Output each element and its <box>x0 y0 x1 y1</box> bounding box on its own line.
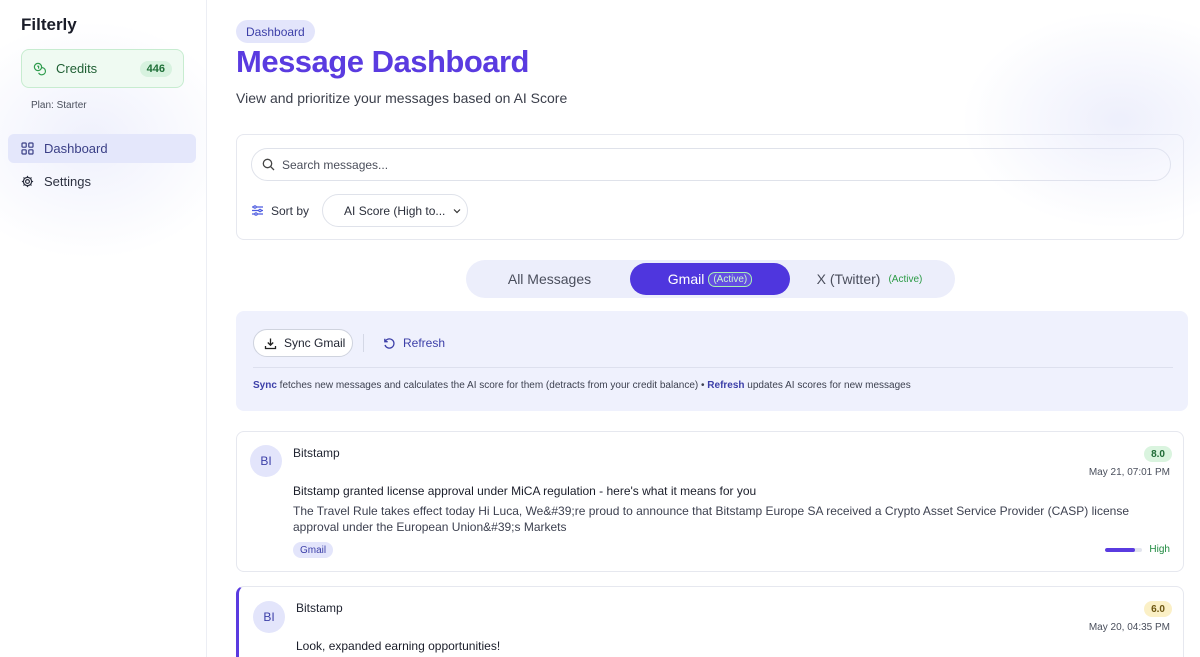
sidebar-item-label: Settings <box>44 174 91 189</box>
priority-bar-fill <box>1105 547 1136 552</box>
sidebar-item-label: Dashboard <box>44 141 108 156</box>
sidebar-item-dashboard[interactable]: Dashboard <box>8 134 196 163</box>
tab-label: X (Twitter) <box>816 271 881 287</box>
message-timestamp: May 20, 04:35 PM <box>1088 622 1170 633</box>
priority-label: High <box>1149 544 1170 555</box>
refresh-button[interactable]: Refresh <box>383 329 445 357</box>
search-icon <box>262 158 275 171</box>
refresh-help-description: updates AI scores for new messages <box>744 380 911 391</box>
divider <box>363 334 364 352</box>
sync-help-text: Sync fetches new messages and calculates… <box>253 380 911 391</box>
coins-icon <box>33 62 47 76</box>
message-card[interactable]: BI Bitstamp 6.0 May 20, 04:35 PM Look, e… <box>236 586 1184 657</box>
download-icon <box>264 337 277 350</box>
message-sender: Bitstamp <box>293 446 340 460</box>
sort-label: Sort by <box>271 203 310 218</box>
sync-help-description: fetches new messages and calculates the … <box>276 380 708 391</box>
search-input[interactable] <box>282 157 1142 172</box>
tab-gmail[interactable]: Gmail (Active) <box>630 263 790 295</box>
sync-gmail-button[interactable]: Sync Gmail <box>253 329 353 357</box>
active-status-badge: (Active) <box>888 273 923 285</box>
main-content: Dashboard Message Dashboard View and pri… <box>207 0 1200 657</box>
sync-panel: Sync Gmail Refresh Sync fetches new mess… <box>236 311 1188 411</box>
refresh-button-label: Refresh <box>403 336 446 350</box>
app-brand[interactable]: Filterly <box>21 15 77 35</box>
sort-row: Sort by AI Score (High to... <box>251 194 469 227</box>
message-sender: Bitstamp <box>296 601 343 615</box>
page-title: Message Dashboard <box>236 44 530 79</box>
message-timestamp: May 21, 07:01 PM <box>1088 467 1170 478</box>
message-preview: The Travel Rule takes effect today Hi Lu… <box>293 504 1129 534</box>
ai-score-badge: 6.0 <box>1144 601 1172 617</box>
sidebar-item-settings[interactable]: Settings <box>8 167 196 196</box>
priority-bar <box>1105 547 1143 552</box>
avatar: BI <box>250 445 282 477</box>
search-bar[interactable] <box>251 148 1171 181</box>
grid-icon <box>21 142 34 155</box>
message-subject: Bitstamp granted license approval under … <box>293 484 757 498</box>
credits-label: Credits <box>56 61 98 76</box>
tab-x-twitter[interactable]: X (Twitter) (Active) <box>794 263 949 295</box>
source-tag: Gmail <box>293 542 334 558</box>
sync-help-keyword: Sync <box>253 380 277 391</box>
refresh-icon <box>383 337 396 350</box>
credits-count-badge: 446 <box>139 60 172 77</box>
sidebar: Filterly Credits 446 Plan: Starter Dashb… <box>0 0 207 657</box>
sync-button-label: Sync Gmail <box>284 336 346 350</box>
message-card[interactable]: BI Bitstamp 8.0 May 21, 07:01 PM Bitstam… <box>236 431 1184 572</box>
credits-card[interactable]: Credits 446 <box>21 49 184 88</box>
source-tabs: All Messages Gmail (Active) X (Twitter) … <box>466 260 955 298</box>
page-subtitle: View and prioritize your messages based … <box>236 90 568 106</box>
sort-value: AI Score (High to... <box>344 203 446 218</box>
gear-icon <box>21 175 34 188</box>
sort-dropdown[interactable]: AI Score (High to... <box>322 194 469 227</box>
divider <box>253 367 1173 368</box>
tab-label: All Messages <box>507 271 592 287</box>
avatar: BI <box>253 601 285 633</box>
refresh-help-keyword: Refresh <box>707 380 745 391</box>
active-status-badge: (Active) <box>708 271 753 287</box>
sliders-icon <box>251 204 264 217</box>
tab-label: Gmail <box>667 271 705 287</box>
message-subject: Look, expanded earning opportunities! <box>296 639 501 653</box>
chevron-down-icon <box>452 206 462 216</box>
priority-indicator: High <box>1105 544 1170 555</box>
filter-card: Sort by AI Score (High to... <box>236 134 1184 240</box>
plan-label: Plan: Starter <box>31 100 87 111</box>
ai-score-badge: 8.0 <box>1144 446 1172 462</box>
breadcrumb-badge: Dashboard <box>236 20 315 43</box>
tab-all-messages[interactable]: All Messages <box>472 263 627 295</box>
